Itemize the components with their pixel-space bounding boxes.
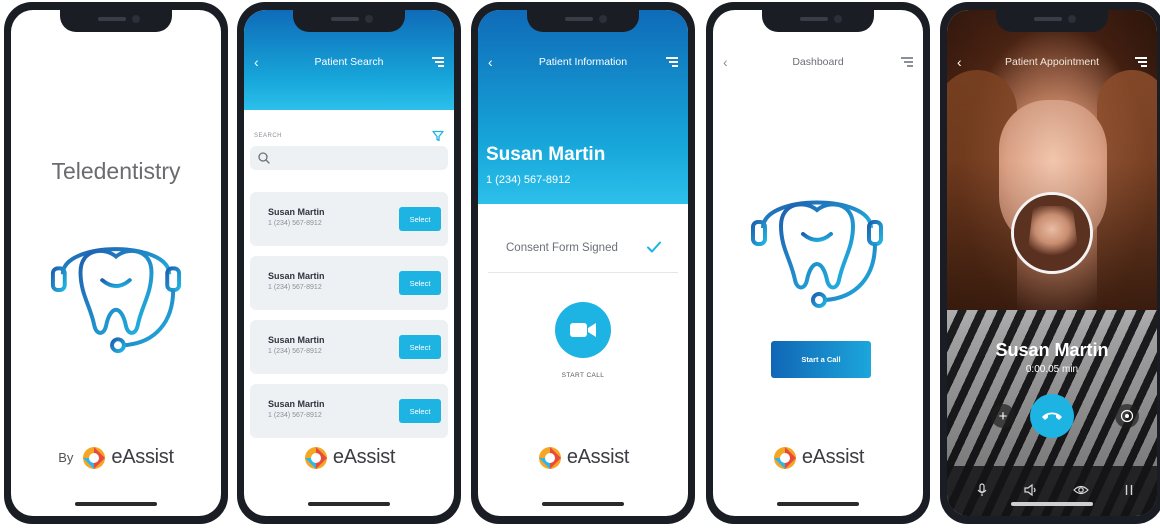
notch [60,10,172,32]
splash-screen: Teledentistry By eAssist [11,10,221,516]
eassist-mark-icon [304,447,327,469]
home-indicator [777,502,859,506]
patient-card[interactable]: Susan Martin 1 (234) 567-8912 Select [250,256,448,310]
patient-phone: 1 (234) 567-8912 [268,412,322,419]
notch [996,10,1108,32]
microphone-icon[interactable] [974,482,990,498]
page-title: Patient Appointment [1005,56,1099,68]
filter-icon[interactable] [432,130,444,142]
page-title: Patient Information [538,56,628,68]
check-icon [647,241,661,253]
call-toolbar [947,466,1157,516]
phone-dashboard: ‹ Dashboard Start a Call eAssist [706,2,930,524]
pause-icon[interactable] [1121,482,1137,498]
back-arrow-icon[interactable]: ‹ [723,54,728,70]
hang-up-icon [1042,412,1062,420]
phone-patient-information: ‹ Patient Information Susan Martin 1 (23… [471,2,695,524]
brand-logo: eAssist [244,444,454,470]
patient-name: Susan Martin [486,144,606,165]
patient-information-screen: ‹ Patient Information Susan Martin 1 (23… [478,10,688,516]
select-button[interactable]: Select [399,207,441,231]
video-camera-icon [570,323,596,337]
brand-logo: By eAssist [11,444,221,470]
home-indicator [308,502,390,506]
patient-card[interactable]: Susan Martin 1 (234) 567-8912 Select [250,192,448,246]
patient-name: Susan Martin [268,335,325,345]
by-label: By [58,449,74,465]
eassist-mark-icon [538,447,561,469]
patient-phone: 1 (234) 567-8912 [486,174,571,186]
start-a-call-button[interactable]: Start a Call [771,341,871,378]
eassist-mark-icon [773,447,796,469]
tooth-headset-logo [751,200,883,308]
home-indicator [542,502,624,506]
page-title: Dashboard [792,56,844,68]
speaker-icon[interactable] [1023,482,1039,498]
phone-patient-search: ‹ Patient Search SEARCH Susan Martin 1 (… [237,2,461,524]
brand-name: eAssist [332,445,396,468]
header: ‹ Patient Information Susan Martin 1 (23… [478,10,688,204]
header: ‹ Patient Appointment [947,54,1157,70]
self-view-avatar[interactable] [1011,192,1093,274]
menu-icon[interactable] [666,57,678,67]
select-button[interactable]: Select [399,271,441,295]
select-button[interactable]: Select [399,335,441,359]
start-call-label: START CALL [561,372,605,379]
patient-name: Susan Martin [268,271,325,281]
header: ‹ Dashboard [713,54,923,70]
eye-icon[interactable] [1073,482,1089,498]
search-input[interactable] [250,146,448,170]
patient-name: Susan Martin [268,399,325,409]
brand-name: eAssist [801,445,865,468]
hang-up-button[interactable] [1030,394,1074,438]
app-title: Teledentistry [51,158,181,184]
patient-phone: 1 (234) 567-8912 [268,348,322,355]
menu-icon[interactable] [1135,57,1147,67]
brand-name: eAssist [111,445,174,468]
menu-icon[interactable] [432,57,444,67]
patient-phone: 1 (234) 567-8912 [268,220,322,227]
menu-icon[interactable] [901,57,913,67]
consent-status: Consent Form Signed [506,242,618,254]
brand-logo: eAssist [478,444,688,470]
back-arrow-icon[interactable]: ‹ [957,54,962,70]
back-arrow-icon[interactable]: ‹ [488,54,493,70]
search-label: SEARCH [254,133,283,139]
video-call-screen: ‹ Patient Appointment Susan Martin 0:00.… [947,10,1157,516]
patient-search-screen: ‹ Patient Search SEARCH Susan Martin 1 (… [244,10,454,516]
home-indicator [75,502,157,506]
eassist-mark-icon [83,447,106,469]
phone-splash: Teledentistry By eAssist [4,2,228,524]
call-timer: 0:00.05 min [1025,364,1079,375]
notch [527,10,639,32]
caller-name: Susan Martin [995,340,1109,360]
brand-logo: eAssist [713,444,923,470]
patient-name: Susan Martin [268,207,325,217]
patient-card[interactable]: Susan Martin 1 (234) 567-8912 Select [250,320,448,374]
patient-card[interactable]: Susan Martin 1 (234) 567-8912 Select [250,384,448,438]
brand-name: eAssist [566,445,630,468]
tooth-headset-logo [50,247,182,354]
home-indicator [1011,502,1093,506]
target-icon[interactable] [1115,404,1139,428]
plus-icon[interactable]: + [991,404,1015,428]
divider [488,272,678,273]
notch [762,10,874,32]
page-title: Patient Search [314,56,384,68]
search-icon [258,152,270,164]
patient-phone: 1 (234) 567-8912 [268,284,322,291]
back-arrow-icon[interactable]: ‹ [254,54,259,70]
phone-patient-appointment: ‹ Patient Appointment Susan Martin 0:00.… [940,2,1160,524]
notch [293,10,405,32]
select-button[interactable]: Select [399,399,441,423]
dashboard-screen: ‹ Dashboard Start a Call eAssist [713,10,923,516]
start-call-button[interactable] [555,302,611,358]
